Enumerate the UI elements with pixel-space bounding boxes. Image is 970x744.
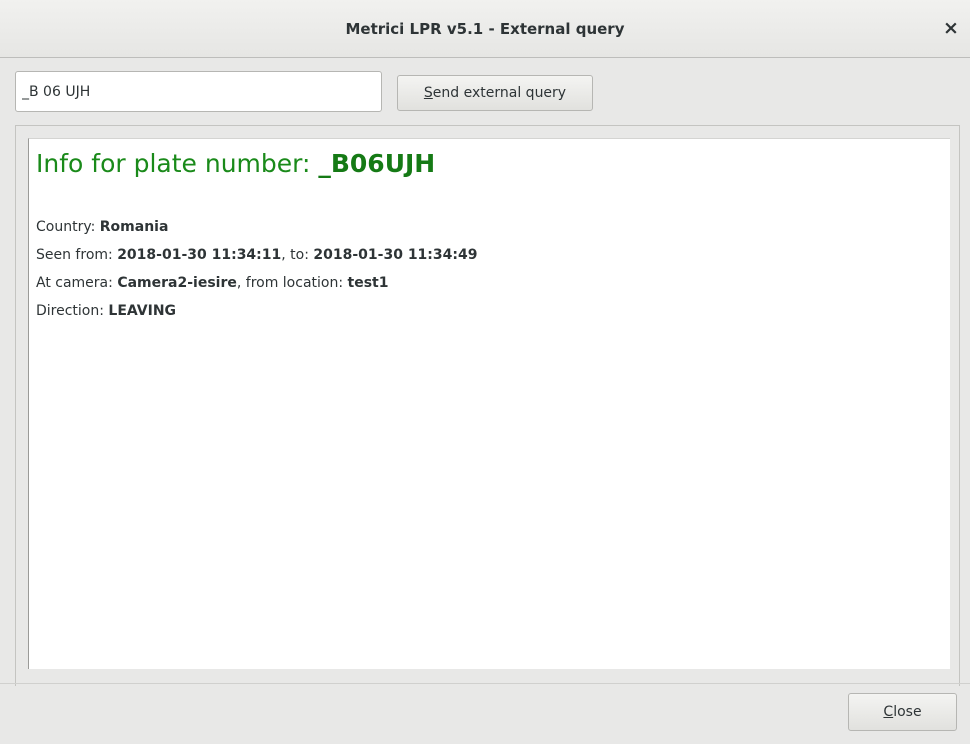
country-line: Country: Romania (36, 219, 168, 235)
close-button-label: lose (893, 704, 922, 720)
external-query-dialog: Metrici LPR v5.1 - External query × Send… (0, 0, 970, 744)
footer-divider (0, 683, 970, 684)
send-external-query-button[interactable]: Send external query (397, 75, 593, 111)
result-heading: Info for plate number: _B06UJH (36, 149, 435, 178)
query-result-view[interactable]: Info for plate number: _B06UJH Country: … (28, 138, 950, 669)
plate-query-input[interactable] (15, 71, 382, 112)
location-value: test1 (347, 275, 389, 291)
window-title: Metrici LPR v5.1 - External query (345, 20, 625, 38)
camera-label: At camera: (36, 275, 118, 291)
location-label: , from location: (236, 275, 348, 291)
camera-value: Camera2-iesire (117, 275, 237, 291)
country-value: Romania (99, 219, 169, 235)
close-button[interactable]: Close (848, 693, 957, 731)
plate-number: _B06UJH (318, 149, 436, 178)
seen-to-label: , to: (281, 247, 314, 263)
send-button-mnemonic: S (423, 85, 433, 101)
close-icon[interactable]: × (936, 13, 966, 43)
close-button-mnemonic: C (883, 704, 894, 720)
direction-value: LEAVING (108, 303, 177, 319)
seen-from-value: 2018-01-30 11:34:11 (117, 247, 282, 263)
send-button-label: end external query (432, 85, 567, 101)
camera-line: At camera: Camera2-iesire, from location… (36, 275, 388, 291)
seen-from-label: Seen from: (36, 247, 118, 263)
direction-label: Direction: (36, 303, 109, 319)
direction-line: Direction: LEAVING (36, 303, 176, 319)
seen-to-value: 2018-01-30 11:34:49 (313, 247, 478, 263)
title-bar: Metrici LPR v5.1 - External query × (0, 0, 970, 58)
country-label: Country: (36, 219, 100, 235)
heading-prefix: Info for plate number: (36, 149, 319, 178)
seen-line: Seen from: 2018-01-30 11:34:11, to: 2018… (36, 247, 477, 263)
